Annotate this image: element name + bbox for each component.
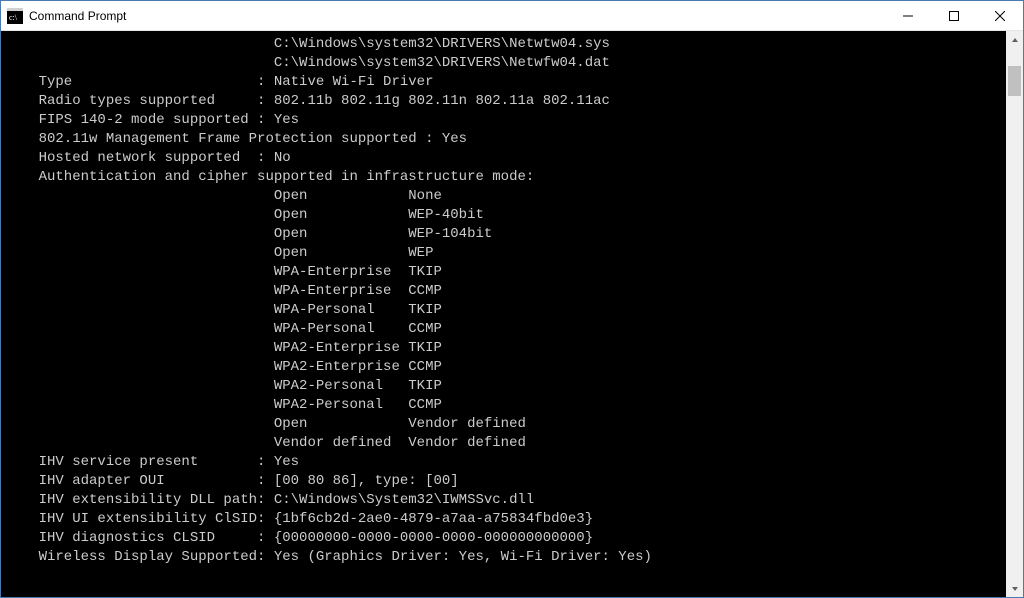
close-button[interactable]: [977, 1, 1023, 30]
terminal-output[interactable]: C:\Windows\system32\DRIVERS\Netwtw04.sys…: [1, 31, 1006, 597]
scroll-thumb[interactable]: [1008, 66, 1021, 96]
client-area: C:\Windows\system32\DRIVERS\Netwtw04.sys…: [1, 31, 1023, 597]
cmd-icon: c:\: [7, 8, 23, 24]
scroll-up-button[interactable]: [1006, 31, 1023, 48]
vertical-scrollbar[interactable]: [1006, 31, 1023, 597]
scroll-down-button[interactable]: [1006, 580, 1023, 597]
window-title: Command Prompt: [29, 9, 885, 23]
titlebar[interactable]: c:\ Command Prompt: [1, 1, 1023, 31]
maximize-button[interactable]: [931, 1, 977, 30]
command-prompt-window: c:\ Command Prompt C:\Windows\system32\D…: [0, 0, 1024, 598]
minimize-button[interactable]: [885, 1, 931, 30]
svg-text:c:\: c:\: [9, 13, 18, 22]
window-controls: [885, 1, 1023, 30]
